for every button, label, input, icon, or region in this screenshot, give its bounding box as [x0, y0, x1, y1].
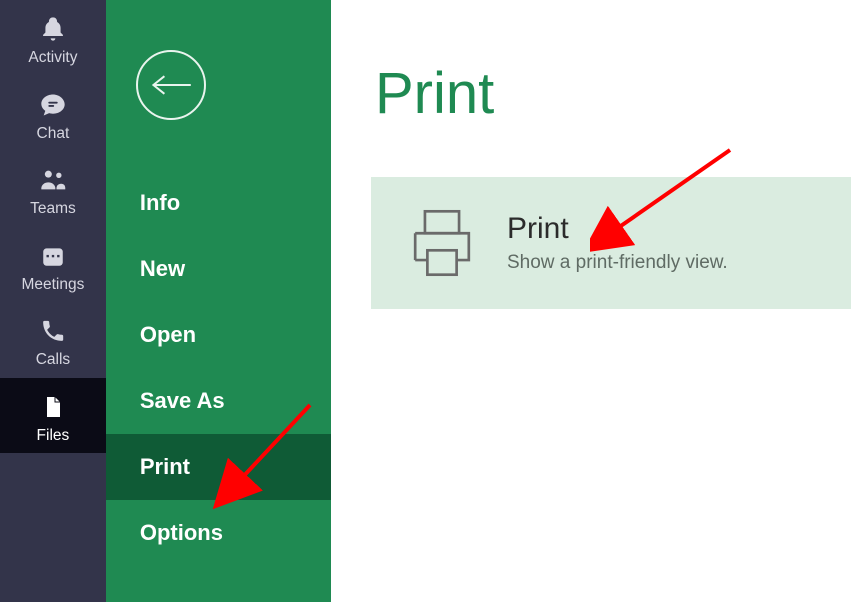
rail-item-meetings[interactable]: Meetings [0, 227, 106, 303]
teams-icon [36, 165, 70, 195]
backstage-item-open[interactable]: Open [106, 302, 331, 368]
phone-icon [36, 316, 70, 346]
bs-label: Save As [140, 388, 225, 413]
arrow-left-icon [149, 74, 193, 96]
printer-icon [397, 198, 487, 288]
print-card-texts: Print Show a print-friendly view. [507, 212, 728, 274]
rail-label: Chat [37, 126, 70, 142]
rail-label: Activity [28, 50, 77, 66]
backstage-item-info[interactable]: Info [106, 170, 331, 236]
rail-label: Meetings [21, 277, 84, 293]
rail-item-teams[interactable]: Teams [0, 151, 106, 227]
rail-item-chat[interactable]: Chat [0, 76, 106, 152]
bell-icon [36, 14, 70, 44]
rail-item-activity[interactable]: Activity [0, 0, 106, 76]
bs-label: Info [140, 190, 180, 215]
print-card-heading: Print [507, 212, 728, 246]
back-button[interactable] [136, 50, 206, 120]
chat-icon [36, 90, 70, 120]
backstage-item-print[interactable]: Print [106, 434, 331, 500]
print-card-subtitle: Show a print-friendly view. [507, 252, 728, 274]
bs-label: Print [140, 454, 190, 479]
file-icon [36, 392, 70, 422]
backstage-item-new[interactable]: New [106, 236, 331, 302]
rail-item-files[interactable]: Files [0, 378, 106, 454]
bs-label: New [140, 256, 185, 281]
rail-label: Teams [30, 201, 76, 217]
teams-rail: Activity Chat Teams Meetings Calls [0, 0, 106, 602]
rail-label: Calls [36, 352, 70, 368]
main-panel: Print Print Show a print-friendly view. [331, 0, 851, 602]
backstage-item-saveas[interactable]: Save As [106, 368, 331, 434]
backstage-item-options[interactable]: Options [106, 500, 331, 566]
bs-label: Open [140, 322, 196, 347]
calendar-icon [36, 241, 70, 271]
rail-label: Files [37, 428, 70, 444]
backstage-menu: Info New Open Save As Print Options [106, 0, 331, 602]
print-card[interactable]: Print Show a print-friendly view. [371, 177, 851, 309]
page-title: Print [375, 60, 851, 127]
bs-label: Options [140, 520, 223, 545]
rail-item-calls[interactable]: Calls [0, 302, 106, 378]
